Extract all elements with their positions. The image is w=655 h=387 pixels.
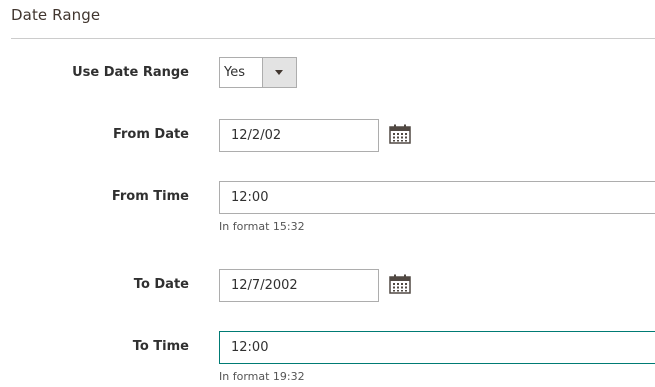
chevron-down-icon [275, 70, 283, 75]
from-date-label: From Date [112, 127, 189, 142]
from-time-input[interactable]: 12:00 [219, 181, 655, 214]
calendar-icon[interactable] [389, 124, 411, 144]
dropdown-button[interactable] [262, 58, 296, 87]
use-date-range-select[interactable]: Yes [219, 57, 297, 88]
to-time-format-note: In format 19:32 [219, 370, 305, 383]
use-date-range-value: Yes [224, 65, 245, 80]
to-time-label: To Time [132, 339, 189, 354]
to-time-input[interactable]: 12:00 [219, 331, 655, 364]
from-time-label: From Time [111, 189, 189, 204]
calendar-icon[interactable] [389, 274, 411, 294]
section-title: Date Range [11, 6, 101, 24]
to-date-input[interactable]: 12/7/2002 [219, 269, 379, 302]
use-date-range-label: Use Date Range [72, 65, 189, 80]
date-range-panel: Date Range Use Date Range Yes From Date … [0, 0, 655, 387]
from-time-format-note: In format 15:32 [219, 220, 305, 233]
from-date-input[interactable]: 12/2/02 [219, 119, 379, 152]
to-date-label: To Date [133, 277, 189, 292]
section-divider [11, 38, 655, 39]
